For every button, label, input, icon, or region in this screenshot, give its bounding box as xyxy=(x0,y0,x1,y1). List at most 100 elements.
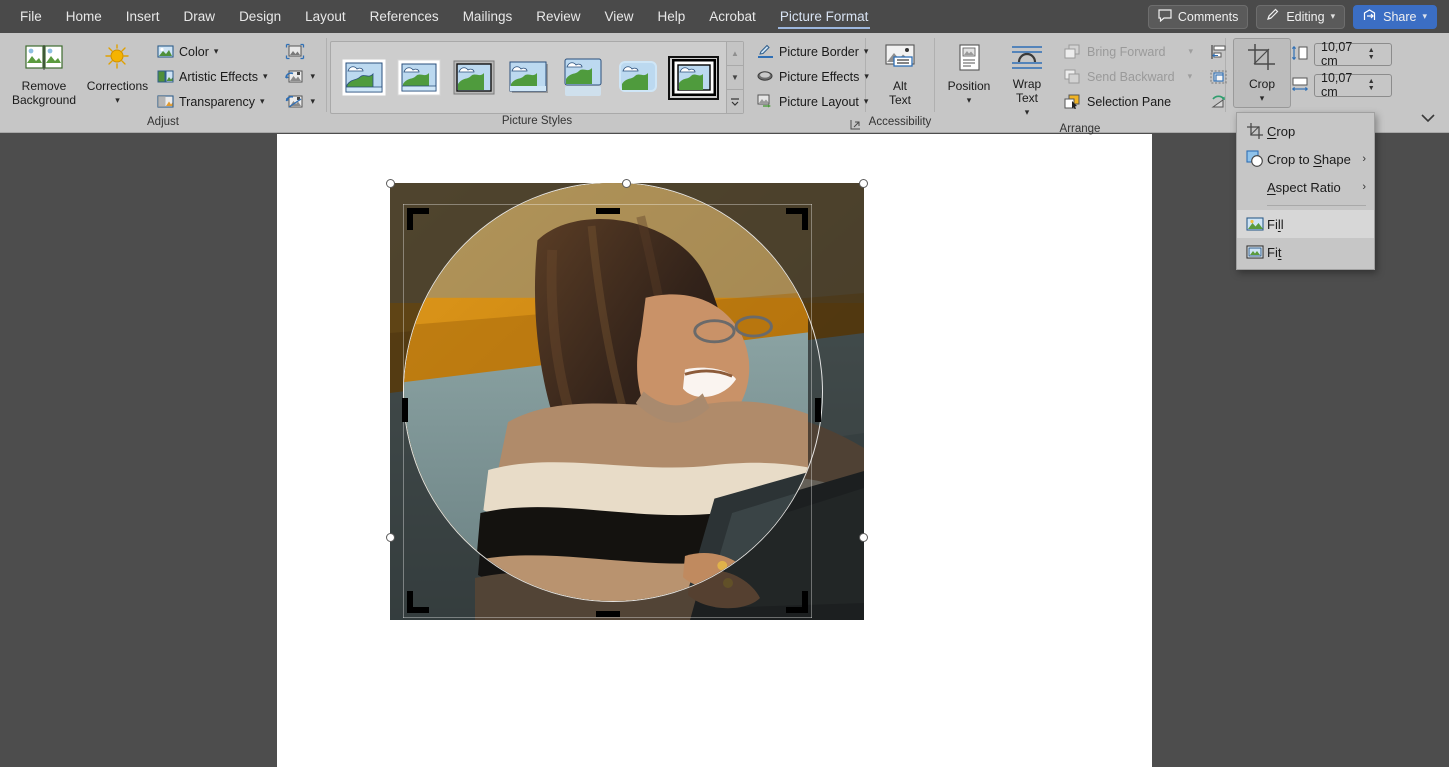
picture-style-7[interactable] xyxy=(668,55,719,100)
adjust-group-label: Adjust xyxy=(147,116,179,128)
shape-height-stepper[interactable]: ▲ ▼ xyxy=(1355,47,1389,61)
picture-style-6[interactable] xyxy=(615,57,662,98)
tab-draw[interactable]: Draw xyxy=(172,0,228,33)
artistic-effects-button[interactable]: Artistic Effects ▾ xyxy=(151,65,274,88)
tab-review[interactable]: Review xyxy=(524,0,592,33)
color-label: Color xyxy=(178,44,209,59)
picture-effects-button[interactable]: Picture Effects ▾ xyxy=(751,65,875,88)
compress-pictures-icon xyxy=(285,43,305,60)
shape-width-value: 10,07 cm xyxy=(1321,71,1353,99)
tab-help[interactable]: Help xyxy=(646,0,698,33)
picture-styles-dialog-launcher[interactable] xyxy=(849,118,862,131)
menu-item-aspect-ratio[interactable]: Aspect Ratio › xyxy=(1237,173,1374,201)
picture-effects-label: Picture Effects xyxy=(779,69,860,84)
crop-handle-bottom-center[interactable] xyxy=(596,611,620,617)
shape-width-stepper[interactable]: ▲ ▼ xyxy=(1355,78,1389,92)
document-workspace[interactable] xyxy=(0,134,1449,767)
shape-height-row: 10,07 cm ▲ ▼ xyxy=(1291,40,1392,68)
wrap-text-button[interactable]: Wrap Text ▾ xyxy=(998,38,1056,122)
gallery-scroll-up-button[interactable]: ▲ xyxy=(727,42,743,66)
gallery-scroll-down-button[interactable]: ▼ xyxy=(727,66,743,90)
wrap-text-icon xyxy=(1010,43,1044,74)
picture-selection-frame[interactable] xyxy=(386,179,868,638)
selection-handle-middle-right[interactable] xyxy=(859,533,868,542)
tab-picture-format[interactable]: Picture Format xyxy=(768,0,881,33)
picture-layout-button[interactable]: Picture Layout ▾ xyxy=(751,90,875,113)
crop-handle-middle-right[interactable] xyxy=(815,398,821,422)
crop-button[interactable]: Crop ▾ xyxy=(1233,38,1291,108)
remove-background-button[interactable]: Remove Background xyxy=(5,38,83,110)
menu-item-crop-to-shape[interactable]: Crop to Shape › xyxy=(1237,145,1374,173)
tab-layout[interactable]: Layout xyxy=(293,0,358,33)
crop-handle-top-right[interactable] xyxy=(786,208,808,230)
tab-view[interactable]: View xyxy=(592,0,645,33)
color-button[interactable]: Color ▾ xyxy=(151,40,274,63)
picture-style-3[interactable] xyxy=(450,57,497,98)
picture-border-button[interactable]: Picture Border ▾ xyxy=(751,40,875,63)
picture-style-2[interactable] xyxy=(395,57,442,98)
fill-icon xyxy=(1243,216,1267,232)
gallery-more-button[interactable] xyxy=(727,90,743,113)
menu-item-fill[interactable]: Fill xyxy=(1237,210,1374,238)
menu-item-crop[interactable]: Crop xyxy=(1237,117,1374,145)
change-picture-icon xyxy=(285,69,305,85)
bring-forward-button[interactable]: Bring Forward ▾ xyxy=(1058,40,1199,63)
document-page[interactable] xyxy=(277,134,1152,767)
shape-width-input[interactable]: 10,07 cm ▲ ▼ xyxy=(1314,71,1392,99)
picture-style-4[interactable] xyxy=(505,57,552,98)
alt-text-button[interactable]: Alt Text xyxy=(871,38,929,110)
tab-file[interactable]: File xyxy=(8,0,54,33)
share-button[interactable]: Share ▾ xyxy=(1353,4,1437,29)
shape-width-icon xyxy=(1291,76,1309,95)
selection-handle-top-left[interactable] xyxy=(386,179,395,188)
picture-style-5[interactable] xyxy=(560,57,607,98)
selection-pane-button[interactable]: Selection Pane xyxy=(1058,90,1199,113)
crop-guide-top xyxy=(403,204,812,205)
tab-acrobat[interactable]: Acrobat xyxy=(697,0,768,33)
crop-dropdown-menu[interactable]: Crop Crop to Shape › Aspect Ratio › Fill… xyxy=(1236,112,1375,270)
position-button[interactable]: Position ▾ xyxy=(940,38,998,110)
tab-home[interactable]: Home xyxy=(54,0,114,33)
shape-height-value: 10,07 cm xyxy=(1321,40,1353,68)
crop-handle-top-center[interactable] xyxy=(596,208,620,214)
accessibility-group-label: Accessibility xyxy=(868,116,932,128)
remove-background-label-line1: Remove xyxy=(21,79,67,93)
tab-references[interactable]: References xyxy=(358,0,451,33)
arrange-order-buttons: Bring Forward ▾ Send Backward ▾ Selectio… xyxy=(1058,38,1199,113)
tab-design[interactable]: Design xyxy=(227,0,293,33)
picture-styles-gallery[interactable]: ▲ ▼ xyxy=(330,41,744,114)
transparency-button[interactable]: Transparency ▾ xyxy=(151,90,274,113)
woman-at-laptop-photo[interactable] xyxy=(390,183,864,620)
compress-pictures-button[interactable] xyxy=(279,40,321,63)
picture-style-1[interactable] xyxy=(340,57,387,98)
crop-handle-bottom-left[interactable] xyxy=(407,591,429,613)
shape-height-input[interactable]: 10,07 cm ▲ ▼ xyxy=(1314,40,1392,68)
shape-width-row: 10,07 cm ▲ ▼ xyxy=(1291,71,1392,99)
reset-picture-button[interactable]: ▾ xyxy=(279,90,321,113)
ribbon: Remove Background Corrections ▾ Color ▾ … xyxy=(0,33,1449,135)
picture-styles-dialog-row xyxy=(747,115,865,132)
ribbon-group-picture-tools: Picture Border ▾ Picture Effects ▾ Pictu… xyxy=(747,33,869,132)
send-backward-button[interactable]: Send Backward ▾ xyxy=(1058,65,1199,88)
selection-handle-middle-left[interactable] xyxy=(386,533,395,542)
menu-item-crop-label: Crop xyxy=(1267,123,1296,139)
remove-background-label-line2: Background xyxy=(11,93,77,107)
selection-handle-top-center[interactable] xyxy=(622,179,631,188)
crop-handle-middle-left[interactable] xyxy=(402,398,408,422)
title-bar: File Home Insert Draw Design Layout Refe… xyxy=(0,0,1449,33)
change-picture-button[interactable]: ▾ xyxy=(279,65,321,88)
corrections-button[interactable]: Corrections ▾ xyxy=(84,38,151,110)
chevron-right-icon: › xyxy=(1362,181,1366,193)
chevron-down-icon: ▾ xyxy=(259,96,265,106)
menu-item-fit[interactable]: Fit xyxy=(1237,238,1374,266)
tab-mailings[interactable]: Mailings xyxy=(451,0,525,33)
picture-styles-scrollbar[interactable]: ▲ ▼ xyxy=(726,42,743,113)
artistic-effects-label: Artistic Effects xyxy=(178,69,258,84)
editing-mode-button[interactable]: Editing ▾ xyxy=(1256,4,1346,29)
selection-handle-top-right[interactable] xyxy=(859,179,868,188)
comments-button[interactable]: Comments xyxy=(1147,4,1249,29)
collapse-ribbon-chevron-icon[interactable] xyxy=(1421,114,1435,126)
crop-handle-bottom-right[interactable] xyxy=(786,591,808,613)
crop-handle-top-left[interactable] xyxy=(407,208,429,230)
tab-insert[interactable]: Insert xyxy=(114,0,172,33)
